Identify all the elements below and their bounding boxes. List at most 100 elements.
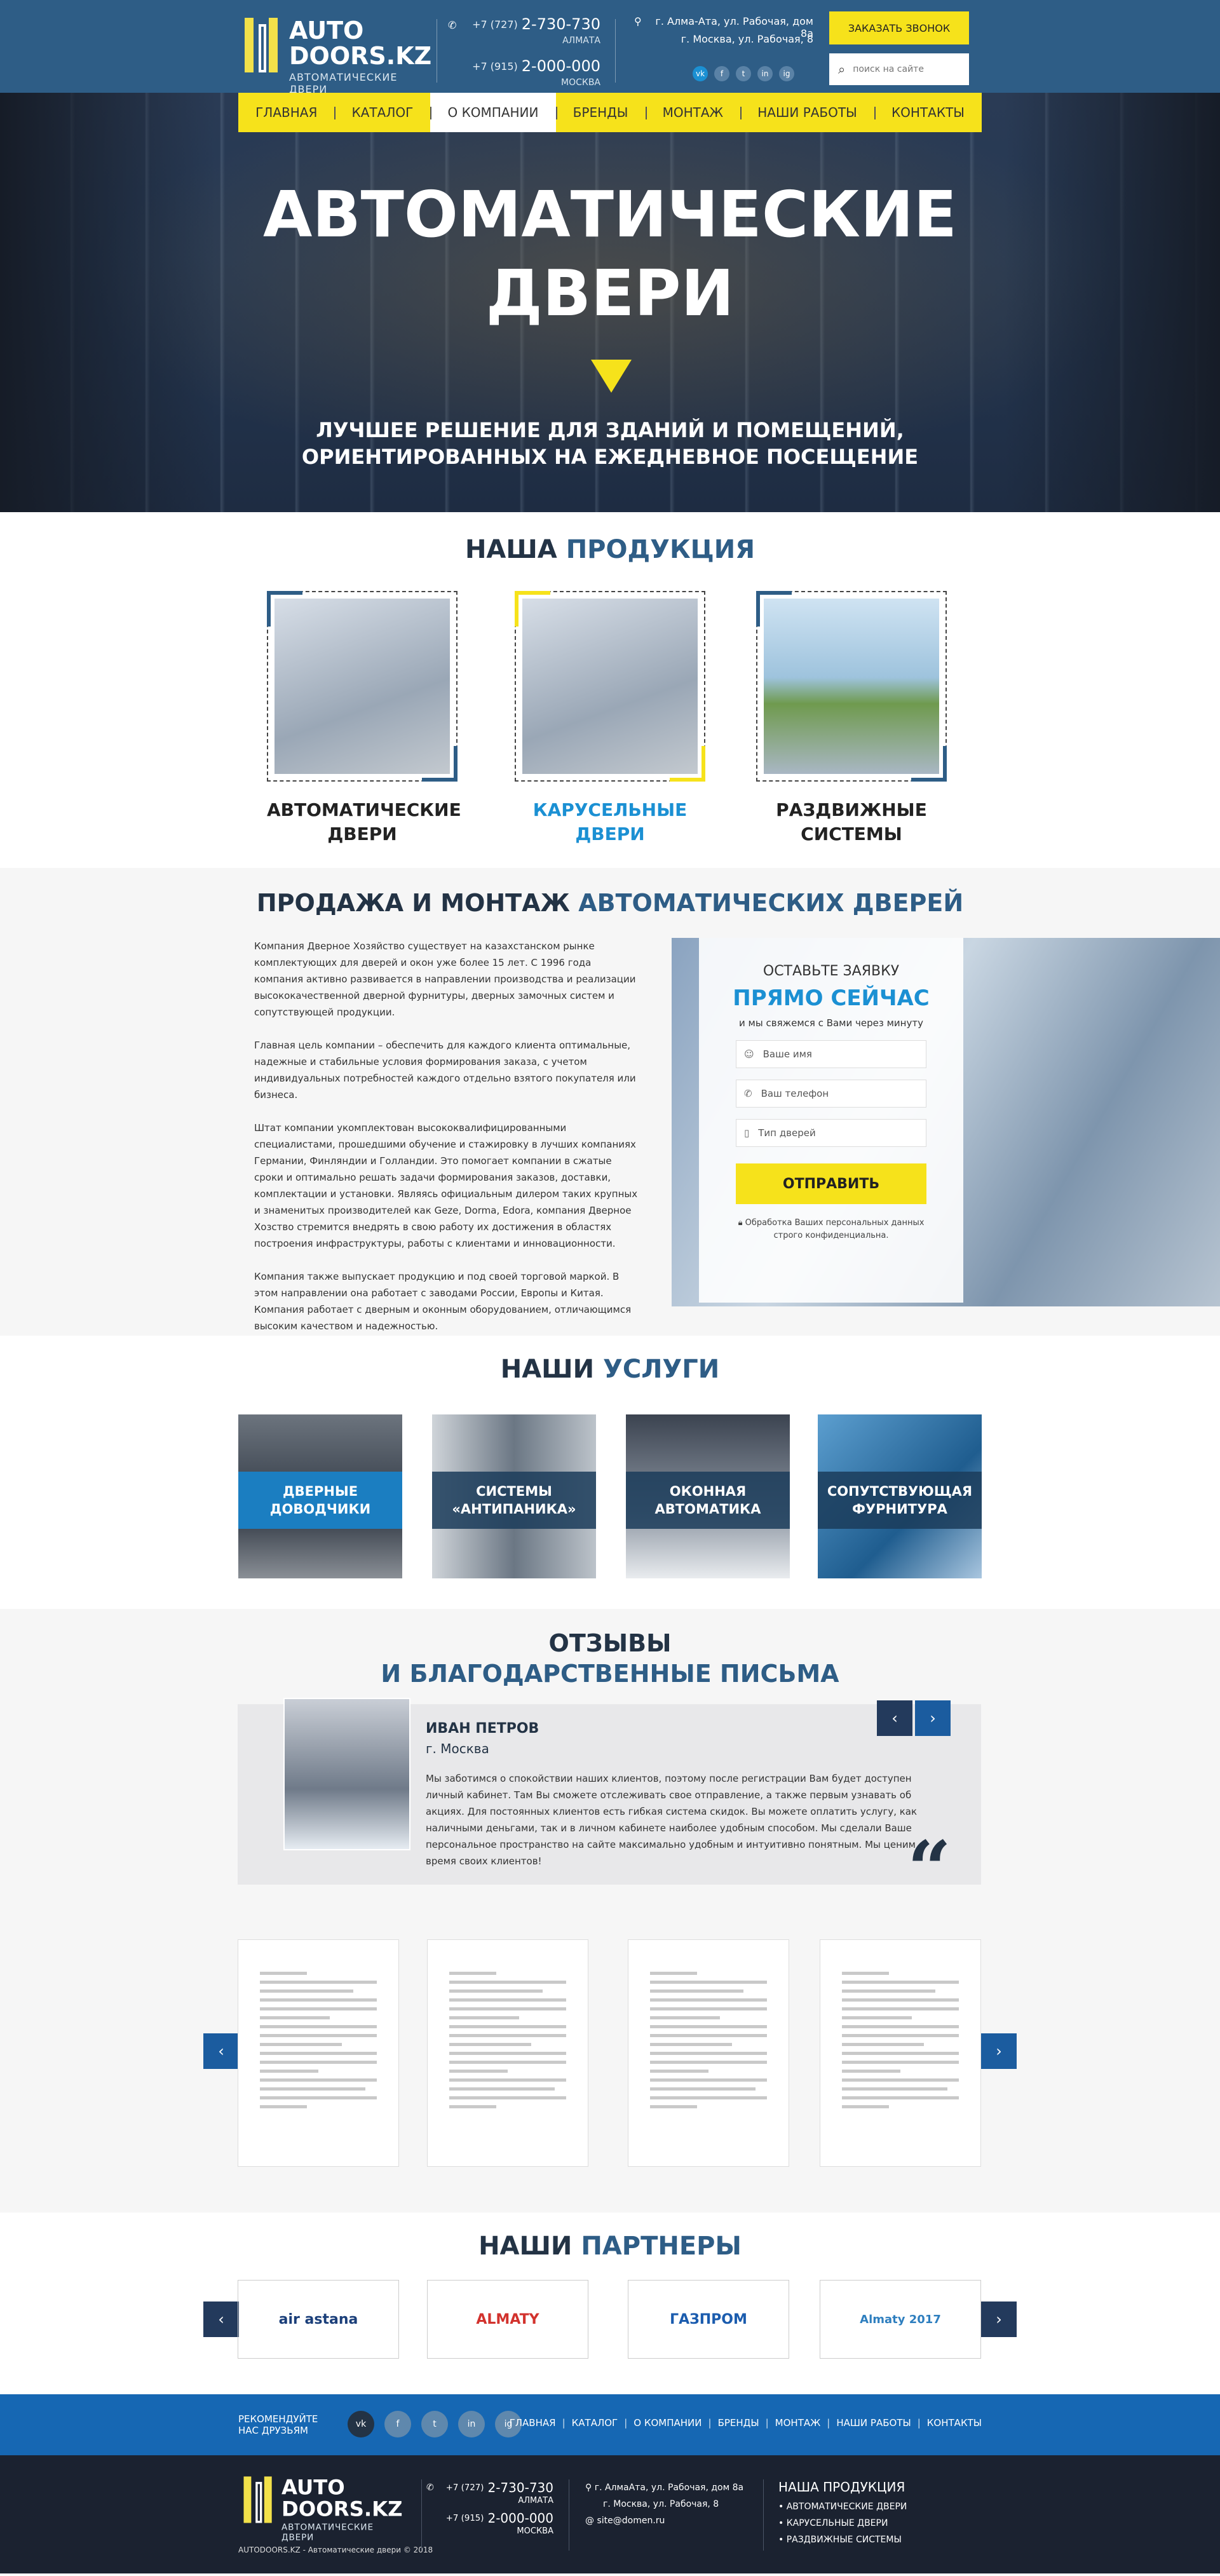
main-nav: ГЛАВНАЯ КАТАЛОГ О КОМПАНИИ БРЕНДЫ МОНТАЖ… [0, 93, 1220, 132]
form-heading-accent: ПРЯМО СЕЙЧАС [733, 986, 930, 1011]
linkedin-icon[interactable]: in [757, 66, 773, 81]
letters-prev-button[interactable]: ‹ [203, 2033, 239, 2069]
services-section: НАШИ УСЛУГИ ДВЕРНЫЕ ДОВОДЧИКИ СИСТЕМЫ «АНТ… [0, 1336, 1220, 1609]
phone-1[interactable]: +7 (727) 2-730-730 [448, 13, 600, 36]
recommend-text: РЕКОМЕНДУЙТЕ НАС ДРУЗЬЯМ [238, 2413, 318, 2436]
partner-logo-air-astana[interactable]: air astana [238, 2280, 399, 2359]
service-card[interactable]: ОКОННАЯ АВТОМАТИКА [626, 1414, 790, 1578]
product-name[interactable]: АВТОМАТИЧЕСКИЕ ДВЕРИ [267, 798, 461, 846]
footer-social: vk f t in ig [348, 2411, 522, 2437]
location-pin-icon: ⚲ [634, 15, 642, 27]
facebook-icon[interactable]: f [384, 2411, 411, 2437]
phone-1-city: АЛМАТА [562, 36, 600, 46]
phone-icon: ✆ [744, 1088, 752, 1099]
header-social: vk f t in ig [693, 66, 794, 81]
order-call-button[interactable]: ЗАКАЗАТЬ ЗВОНОК [829, 11, 969, 44]
footer-phones: ✆ +7 (727) 2-730-730 АЛМАТА +7 (915) 2-000-… [426, 2480, 553, 2536]
partner-logo-almaty-airport[interactable]: ALMATY [427, 2280, 588, 2359]
footer-links: ГЛАВНАЯ КАТАЛОГ О КОМПАНИИ БРЕНДЫ МОНТАЖ… [510, 2417, 982, 2429]
logo-title: AUTO DOORS.KZ [289, 17, 432, 70]
privacy-note: 🔒︎ Обработка Ваших персональных данных с… [738, 1218, 925, 1240]
header: AUTO DOORS.KZ АВТОМАТИЧЕСКИЕ ДВЕРИ ✆ +7 (… [0, 0, 1220, 95]
footer-link[interactable]: ГЛАВНАЯ [510, 2417, 556, 2429]
footer-link[interactable]: БРЕНДЫ [702, 2417, 759, 2429]
nav-install[interactable]: МОНТАЖ [645, 93, 741, 132]
nav-brands[interactable]: БРЕНДЫ [555, 93, 646, 132]
thank-you-letter[interactable] [427, 1939, 588, 2167]
vk-icon[interactable]: vk [693, 66, 708, 81]
address-line: ⚲ г. Алма-Ата, ул. Рабочая, дом 8а [634, 15, 813, 39]
form-subheading: и мы свяжемся с Вами через минуту [739, 1017, 923, 1029]
thank-you-letter[interactable] [820, 1939, 981, 2167]
partners-prev-button[interactable]: ‹ [203, 2301, 239, 2337]
reviewer-city: г. Москва [426, 1741, 489, 1756]
footer-product-link[interactable]: • РАЗДВИЖНЫЕ СИСТЕМЫ [778, 2532, 907, 2548]
logo[interactable]: AUTO DOORS.KZ АВТОМАТИЧЕСКИЕ ДВЕРИ [238, 15, 431, 95]
partners-next-button[interactable]: › [981, 2301, 1017, 2337]
linkedin-icon[interactable]: in [458, 2411, 485, 2437]
name-field[interactable]: ☺ Ваше имя [736, 1040, 926, 1068]
thank-you-letter[interactable] [238, 1939, 399, 2167]
hero-subtitle: ЛУЧШЕЕ РЕШЕНИЕ ДЛЯ ЗДАНИЙ И ПОМЕЩЕНИЙ, ОР… [301, 418, 919, 469]
nav-contacts[interactable]: КОНТАКТЫ [874, 93, 982, 132]
partners-section: НАШИ ПАРТНЕРЫ ‹ air astana ALMATY ГАЗПРО… [0, 2213, 1220, 2394]
footer-bar: РЕКОМЕНДУЙТЕ НАС ДРУЗЬЯМ vk f t in ig ГЛА… [0, 2394, 1220, 2455]
instagram-icon[interactable]: ig [779, 66, 794, 81]
partner-logo-gazprom[interactable]: ГАЗПРОМ [628, 2280, 789, 2359]
footer-contacts: ⚲ г. АлмаАта, ул. Рабочая, дом 8а г. Мос… [585, 2483, 744, 2526]
product-card[interactable]: АВТОМАТИЧЕСКИЕ ДВЕРИ [267, 591, 461, 846]
phone-field[interactable]: ✆ Ваш телефон [736, 1080, 926, 1108]
service-card[interactable]: ДВЕРНЫЕ ДОВОДЧИКИ [238, 1414, 402, 1578]
submit-button[interactable]: ОТПРАВИТЬ [736, 1163, 926, 1204]
footer-link[interactable]: НАШИ РАБОТЫ [820, 2417, 911, 2429]
logo-mark-icon [245, 18, 280, 72]
phone-2[interactable]: +7 (915) 2-000-000 [448, 55, 600, 78]
company-description: Компания Дверное Хозяйство существует на… [254, 940, 638, 1332]
partners-title: НАШИ ПАРТНЕРЫ [478, 2232, 742, 2261]
address-line: г. Москва, ул. Рабочая, 8 [681, 33, 813, 45]
service-card[interactable]: СИСТЕМЫ «АНТИПАНИКА» [432, 1414, 596, 1578]
service-card[interactable]: СОПУТСТВУЮЩАЯ ФУРНИТУРА [818, 1414, 982, 1578]
search-input[interactable] [853, 64, 949, 74]
letters-next-button[interactable]: › [981, 2033, 1017, 2069]
footer-product-link[interactable]: • КАРУСЕЛЬНЫЕ ДВЕРИ [778, 2515, 907, 2532]
logo-subtitle: АВТОМАТИЧЕСКИЕ ДВЕРИ [289, 71, 398, 95]
product-name[interactable]: КАРУСЕЛЬНЫЕ ДВЕРИ [515, 798, 705, 846]
footer-link[interactable]: КОНТАКТЫ [911, 2417, 982, 2429]
services-title: НАШИ УСЛУГИ [500, 1355, 720, 1384]
search-box: ⌕ [829, 53, 969, 85]
products-title: НАША ПРОДУКЦИЯ [464, 535, 756, 564]
nav-works[interactable]: НАШИ РАБОТЫ [740, 93, 874, 132]
door-type-field[interactable]: ▯ Тип дверей [736, 1119, 926, 1147]
twitter-icon[interactable]: t [736, 66, 751, 81]
twitter-icon[interactable]: t [421, 2411, 448, 2437]
footer-logo[interactable]: AUTO DOORS.KZ АВТОМАТИЧЕСКИЕ ДВЕРИ [238, 2474, 403, 2542]
footer-product-link[interactable]: • АВТОМАТИЧЕСКИЕ ДВЕРИ [778, 2498, 907, 2515]
user-icon: ☺ [744, 1048, 754, 1060]
footer-link[interactable]: МОНТАЖ [759, 2417, 821, 2429]
product-name[interactable]: РАЗДВИЖНЫЕ СИСТЕМЫ [756, 798, 947, 846]
sales-title: ПРОДАЖА И МОНТАЖ АВТОМАТИЧЕСКИХ ДВЕРЕЙ [256, 889, 964, 917]
search-icon[interactable]: ⌕ [838, 62, 845, 77]
review-next-button[interactable]: › [915, 1700, 951, 1736]
thank-you-letter[interactable] [628, 1939, 789, 2167]
nav-home[interactable]: ГЛАВНАЯ [238, 93, 334, 132]
lock-icon: 🔒︎ [738, 1218, 745, 1228]
review-prev-button[interactable]: ‹ [877, 1700, 912, 1736]
email-icon: @ [585, 2516, 597, 2526]
product-card[interactable]: КАРУСЕЛЬНЫЕ ДВЕРИ [515, 591, 705, 846]
nav-about[interactable]: О КОМПАНИИ [430, 93, 556, 132]
footer-link[interactable]: КАТАЛОГ [556, 2417, 618, 2429]
hero-title: АВТОМАТИЧЕСКИЕ ДВЕРИ [263, 177, 957, 330]
footer-link[interactable]: О КОМПАНИИ [618, 2417, 702, 2429]
vk-icon[interactable]: vk [348, 2411, 374, 2437]
product-card[interactable]: РАЗДВИЖНЫЕ СИСТЕМЫ [756, 591, 947, 846]
facebook-icon[interactable]: f [714, 66, 729, 81]
reviews-title: ОТЗЫВЫ И БЛАГОДАРСТВЕННЫЕ ПИСЬМА [381, 1629, 839, 1688]
nav-catalog[interactable]: КАТАЛОГ [334, 93, 430, 132]
quote-icon: “ [907, 1824, 952, 1914]
door-icon: ▯ [744, 1127, 750, 1139]
phone-icon: ✆ [426, 2483, 434, 2493]
request-form: ОСТАВЬТЕ ЗАЯВКУ ПРЯМО СЕЙЧАС и мы свяжем… [699, 938, 963, 1303]
partner-logo-almaty-2017[interactable]: Almaty 2017 [820, 2280, 981, 2359]
